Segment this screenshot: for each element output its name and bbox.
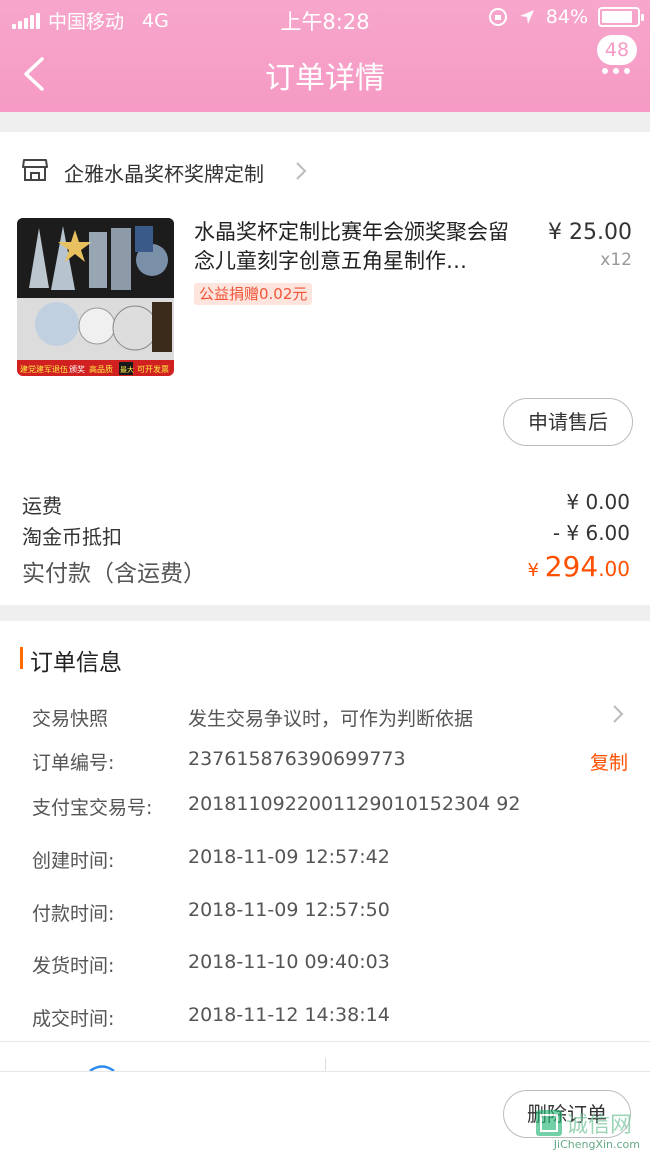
after-sale-button[interactable]: 申请售后 <box>503 398 633 446</box>
order-info-title: 订单信息 <box>20 643 122 677</box>
product-price: ¥ 25.00 <box>548 220 632 245</box>
total-paid-label: 实付款（含运费） <box>22 561 206 587</box>
order-info-card: 订单信息 交易快照 发生交易争议时，可作为判断依据 订单编号: 23761587… <box>0 621 650 1041</box>
shipped-time-value: 2018-11-10 09:40:03 <box>188 951 390 973</box>
shop-icon <box>22 159 48 181</box>
product-title[interactable]: 水晶奖杯定制比赛年会颁奖聚会留念儿童刻字创意五角星制作… <box>194 218 524 276</box>
shipping-fee-label: 运费 <box>22 494 62 518</box>
snapshot-label: 交易快照 <box>32 708 109 730</box>
alipay-number-value: 2018110922001129010152304 92 <box>188 793 521 815</box>
message-badge[interactable]: 48 <box>597 35 637 65</box>
battery-icon <box>598 7 644 27</box>
shipped-time-label: 发货时间: <box>32 955 115 977</box>
banner-text-1: 建党建军退伍 <box>20 364 68 374</box>
shipping-fee-value: ¥ 0.00 <box>566 490 630 514</box>
battery-percent: 84% <box>545 6 588 28</box>
bottom-action-bar: 删除订单 诚信网 JiChengXin.com <box>0 1071 650 1156</box>
completed-time-value: 2018-11-12 14:38:14 <box>188 1004 390 1026</box>
location-icon <box>519 10 534 24</box>
contact-divider <box>325 1058 326 1072</box>
trophy-image: 建党建军退伍 颁奖 高品质 最大 可开发票 <box>17 218 174 376</box>
total-currency: ¥ <box>527 560 545 581</box>
page-title: 订单详情 <box>265 61 385 96</box>
order-item-card: 企雅水晶奖杯奖牌定制 建党建军退伍 颁奖 高品质 最大 可开发票 水晶奖杯定制比… <box>0 132 650 605</box>
created-time-value: 2018-11-09 12:57:42 <box>188 846 390 868</box>
status-right: 84% <box>488 6 644 28</box>
banner-text-4: 最大 <box>120 365 134 374</box>
chevron-right-icon <box>296 162 307 180</box>
shipping-fee-row: 运费 ¥ 0.00 <box>22 490 630 519</box>
created-time-label: 创建时间: <box>32 850 115 872</box>
shop-name[interactable]: 企雅水晶奖杯奖牌定制 <box>64 158 264 187</box>
coin-discount-value: - ¥ 6.00 <box>552 521 630 545</box>
chevron-right-icon <box>613 705 624 723</box>
shop-row[interactable]: 企雅水晶奖杯奖牌定制 <box>0 146 650 196</box>
order-number-label: 订单编号: <box>32 752 115 774</box>
total-decimal: .00 <box>598 557 630 581</box>
coin-discount-row: 淘金币抵扣 - ¥ 6.00 <box>22 521 630 550</box>
paid-time-value: 2018-11-09 12:57:50 <box>188 899 390 921</box>
total-paid-row: 实付款（含运费） ¥ 294.00 <box>22 550 630 588</box>
total-integer: 294 <box>544 550 599 583</box>
charity-badge: 公益捐赠0.02元 <box>194 283 313 305</box>
header-bar: 中国移动 4G 上午8:28 84% 订单详情 48 <box>0 0 650 112</box>
copy-button[interactable]: 复制 <box>590 748 628 775</box>
order-number-value: 237615876390699773 <box>188 748 406 770</box>
banner-text-3: 高品质 <box>89 364 113 374</box>
product-thumbnail[interactable]: 建党建军退伍 颁奖 高品质 最大 可开发票 <box>17 218 174 376</box>
watermark-url: JiChengXin.com <box>553 1138 640 1151</box>
orientation-lock-icon <box>488 8 507 26</box>
product-quantity: x12 <box>600 250 632 270</box>
status-bar: 中国移动 4G 上午8:28 84% <box>0 0 650 38</box>
completed-time-label: 成交时间: <box>32 1008 115 1030</box>
paid-time-label: 付款时间: <box>32 903 115 925</box>
banner-text-5: 可开发票 <box>137 364 169 374</box>
banner-text-2: 颁奖 <box>69 364 85 374</box>
alipay-number-label: 支付宝交易号: <box>32 797 153 819</box>
coin-discount-label: 淘金币抵扣 <box>22 525 122 549</box>
total-paid-value: ¥ 294.00 <box>528 550 630 583</box>
snapshot-value: 发生交易争议时，可作为判断依据 <box>188 708 474 730</box>
more-icon[interactable] <box>602 68 630 74</box>
contact-bar <box>0 1041 650 1072</box>
watermark-text: 诚信网 <box>566 1113 632 1138</box>
